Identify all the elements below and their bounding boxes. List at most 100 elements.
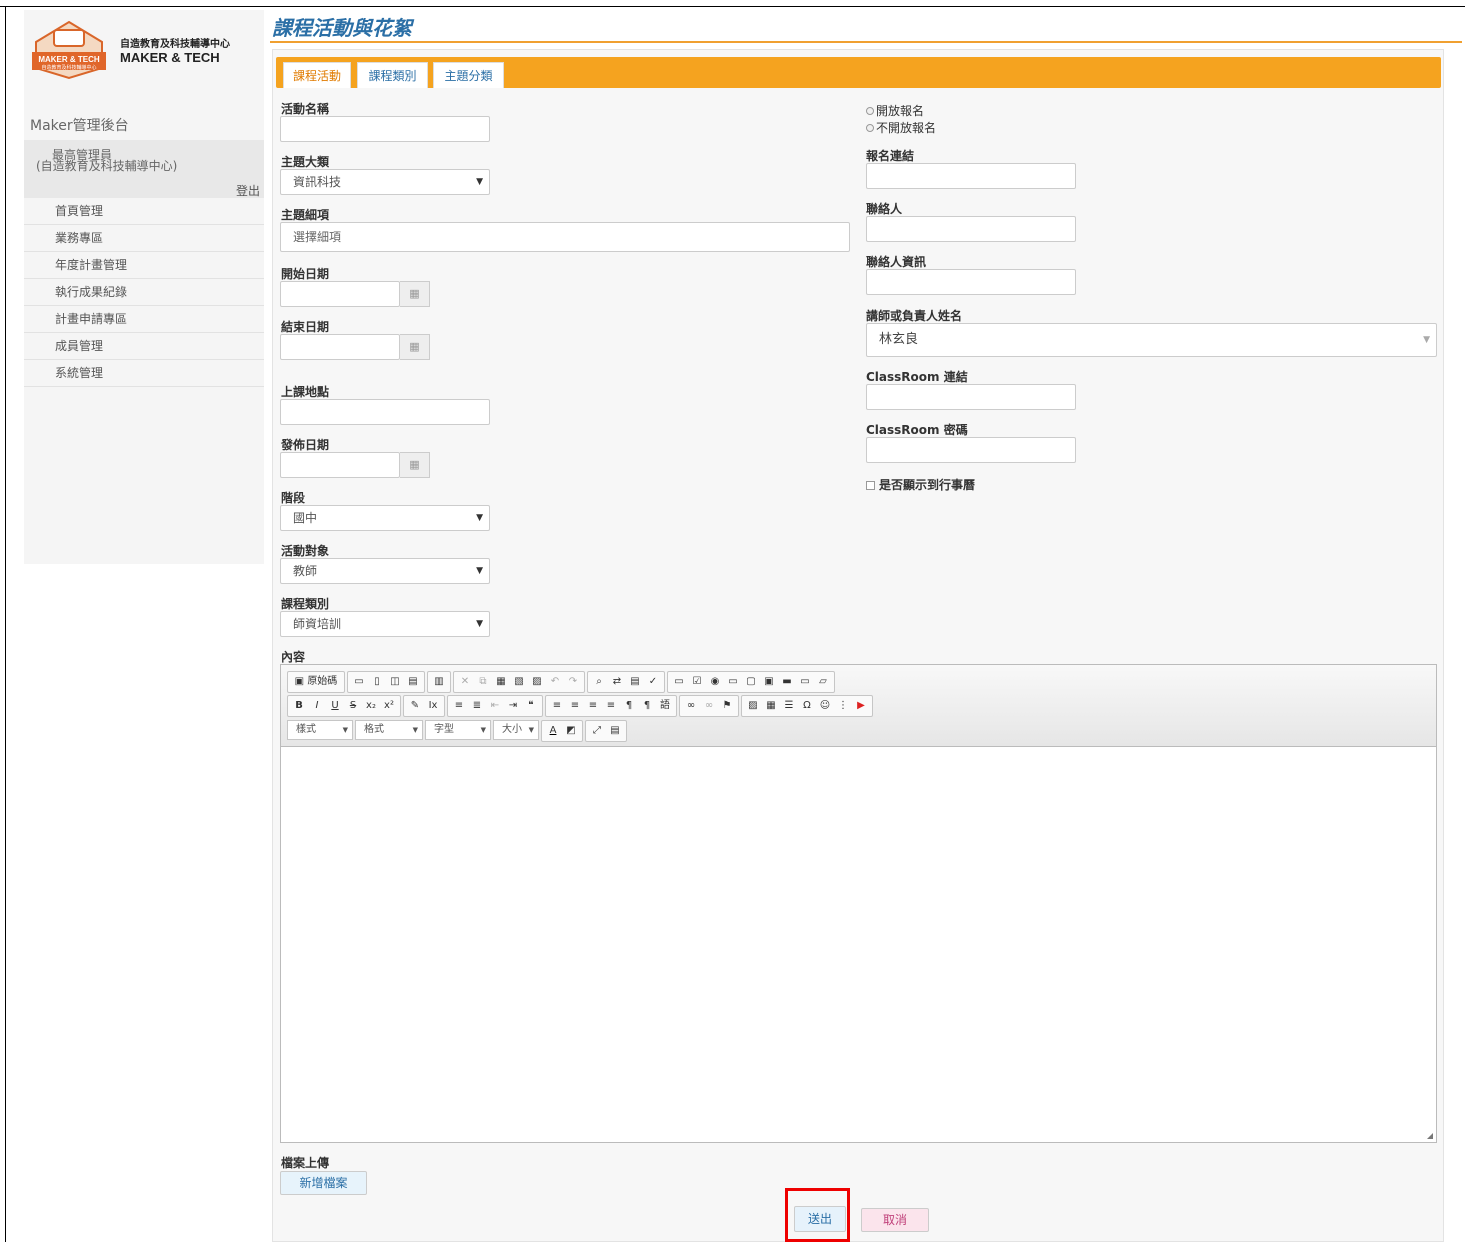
align-center-icon[interactable]: ≡ — [567, 698, 583, 714]
textfield-icon[interactable]: ▭ — [725, 674, 741, 690]
radio-tool-icon[interactable]: ◉ — [707, 674, 723, 690]
add-file-button[interactable]: 新增檔案 — [280, 1171, 367, 1195]
paste-word-icon[interactable]: ▨ — [529, 674, 545, 690]
sidebar-item-results[interactable]: 執行成果紀錄 — [24, 279, 264, 306]
superscript-icon[interactable]: x² — [381, 698, 397, 714]
blockquote-icon[interactable]: ❝ — [523, 698, 539, 714]
table-icon[interactable]: ▦ — [763, 698, 779, 714]
spellcheck-icon[interactable]: ✓ — [645, 674, 661, 690]
unlink-icon[interactable]: ∞ — [701, 698, 717, 714]
bullet-list-icon[interactable]: ≣ — [469, 698, 485, 714]
outdent-icon[interactable]: ⇤ — [487, 698, 503, 714]
paste-icon[interactable]: ▦ — [493, 674, 509, 690]
sidebar-item-system[interactable]: 系統管理 — [24, 360, 264, 387]
format-combo[interactable]: 格式 ▼ — [355, 720, 423, 740]
target-select[interactable]: 教師 ▼ — [280, 558, 490, 584]
start-date-calendar-button[interactable]: ▦ — [400, 281, 430, 307]
source-button[interactable]: ▣ 原始碼 — [291, 674, 341, 690]
sidebar-item-home[interactable]: 首頁管理 — [24, 198, 264, 225]
underline-icon[interactable]: U — [327, 698, 343, 714]
paste-text-icon[interactable]: ▧ — [511, 674, 527, 690]
sidebar-item-applications[interactable]: 計畫申請專區 — [24, 306, 264, 333]
font-combo[interactable]: 字型 ▼ — [425, 720, 491, 740]
link-icon[interactable]: ∞ — [683, 698, 699, 714]
size-combo[interactable]: 大小 ▼ — [493, 720, 539, 740]
new-page-icon[interactable]: ▯ — [369, 674, 385, 690]
undo-icon[interactable]: ↶ — [547, 674, 563, 690]
logo[interactable]: MAKER & TECH 自造教育及科技輔導中心 自造教育及科技輔導中心 MAK… — [24, 20, 230, 80]
tab-course-category[interactable]: 課程類別 — [357, 62, 428, 88]
closed-registration-radio[interactable]: 不開放報名 — [866, 119, 936, 136]
publish-date-calendar-button[interactable]: ▦ — [400, 452, 430, 478]
contact-input[interactable] — [866, 216, 1076, 242]
end-date-input[interactable] — [280, 334, 400, 360]
subscript-icon[interactable]: x₂ — [363, 698, 379, 714]
templates-icon[interactable]: ▥ — [431, 674, 447, 690]
page-break-icon[interactable]: ⋮ — [835, 698, 851, 714]
text-color-icon[interactable]: A — [545, 723, 561, 739]
end-date-calendar-button[interactable]: ▦ — [400, 334, 430, 360]
image-button-icon[interactable]: ▭ — [797, 674, 813, 690]
start-date-input[interactable] — [280, 281, 400, 307]
language-icon[interactable]: 語 — [657, 698, 673, 714]
rich-text-editor[interactable]: ▣ 原始碼 ▭ ▯ ◫ ▤ ▥ ✕ ⧉ ▦ ▧ ▨ ↶ ↷ ⌕ ⇄ ▤ ✓ ▭ ☑ ◉ ▭ ▢ ▣ ▬ ▭ ▱ BIUS… — [280, 664, 1437, 1143]
preview-icon[interactable]: ◫ — [387, 674, 403, 690]
publish-date-input[interactable] — [280, 452, 400, 478]
tab-theme-category[interactable]: 主題分類 — [433, 62, 504, 88]
show-calendar-checkbox[interactable]: 是否顯示到行事曆 — [866, 476, 975, 493]
location-input[interactable] — [280, 399, 490, 425]
resize-handle-icon[interactable] — [1427, 1133, 1433, 1139]
tab-course-activity[interactable]: 課程活動 — [283, 62, 351, 88]
redo-icon[interactable]: ↷ — [565, 674, 581, 690]
numbered-list-icon[interactable]: ≡ — [451, 698, 467, 714]
replace-icon[interactable]: ⇄ — [609, 674, 625, 690]
image-icon[interactable]: ▨ — [745, 698, 761, 714]
align-right-icon[interactable]: ≡ — [585, 698, 601, 714]
sidebar-item-annual-plan[interactable]: 年度計畫管理 — [24, 252, 264, 279]
logout-link[interactable]: 登出 — [236, 182, 260, 199]
style-combo[interactable]: 樣式 ▼ — [287, 720, 353, 740]
submit-button[interactable]: 送出 — [794, 1206, 846, 1232]
select-all-icon[interactable]: ▤ — [627, 674, 643, 690]
ltr-icon[interactable]: ¶ — [621, 698, 637, 714]
cut-icon[interactable]: ✕ — [457, 674, 473, 690]
find-icon[interactable]: ⌕ — [591, 674, 607, 690]
sidebar-item-business[interactable]: 業務專區 — [24, 225, 264, 252]
rtl-icon[interactable]: ¶ — [639, 698, 655, 714]
cancel-button[interactable]: 取消 — [861, 1208, 929, 1232]
align-left-icon[interactable]: ≡ — [549, 698, 565, 714]
anchor-icon[interactable]: ⚑ — [719, 698, 735, 714]
reg-link-input[interactable] — [866, 163, 1076, 189]
maximize-icon[interactable]: ⤢ — [589, 723, 605, 739]
course-type-select[interactable]: 師資培訓 ▼ — [280, 611, 490, 637]
special-char-icon[interactable]: Ω — [799, 698, 815, 714]
form-icon[interactable]: ▭ — [671, 674, 687, 690]
align-justify-icon[interactable]: ≡ — [603, 698, 619, 714]
smiley-icon[interactable]: ☺ — [817, 698, 833, 714]
hr-icon[interactable]: ☰ — [781, 698, 797, 714]
theme-major-select[interactable]: 資訊科技 ▼ — [280, 169, 490, 195]
strike-icon[interactable]: S — [345, 698, 361, 714]
indent-icon[interactable]: ⇥ — [505, 698, 521, 714]
hidden-field-icon[interactable]: ▱ — [815, 674, 831, 690]
stage-select[interactable]: 國中 ▼ — [280, 505, 490, 531]
contact-info-input[interactable] — [866, 269, 1076, 295]
show-blocks-icon[interactable]: ▤ — [607, 723, 623, 739]
bg-color-icon[interactable]: ◩ — [563, 723, 579, 739]
select-tool-icon[interactable]: ▣ — [761, 674, 777, 690]
copy-format-icon[interactable]: ✎ — [407, 698, 423, 714]
youtube-icon[interactable]: ▶ — [853, 698, 869, 714]
print-icon[interactable]: ▤ — [405, 674, 421, 690]
italic-icon[interactable]: I — [309, 698, 325, 714]
checkbox-tool-icon[interactable]: ☑ — [689, 674, 705, 690]
remove-format-icon[interactable]: Ix — [425, 698, 441, 714]
theme-detail-select[interactable]: 選擇細項 — [280, 222, 850, 252]
copy-icon[interactable]: ⧉ — [475, 674, 491, 690]
classroom-link-input[interactable] — [866, 384, 1076, 410]
activity-name-input[interactable] — [280, 116, 490, 142]
classroom-password-input[interactable] — [866, 437, 1076, 463]
button-tool-icon[interactable]: ▬ — [779, 674, 795, 690]
save-icon[interactable]: ▭ — [351, 674, 367, 690]
sidebar-item-members[interactable]: 成員管理 — [24, 333, 264, 360]
instructor-select[interactable]: 林玄良 ▼ — [866, 323, 1437, 357]
